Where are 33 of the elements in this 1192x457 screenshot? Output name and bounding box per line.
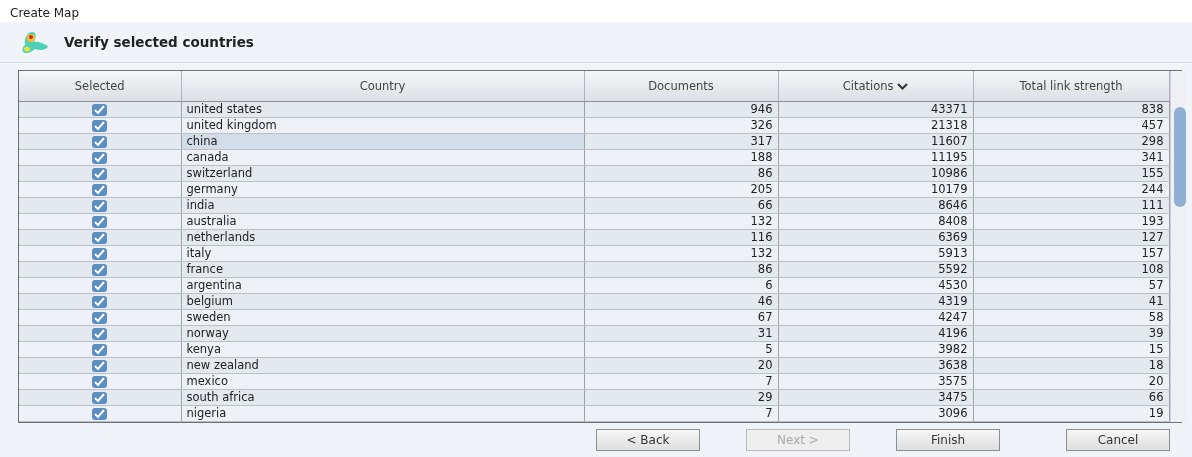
checkbox[interactable] <box>92 183 108 196</box>
checkbox[interactable] <box>92 279 108 292</box>
checkbox[interactable] <box>92 343 108 356</box>
column-header[interactable]: Total link strength <box>973 71 1169 102</box>
sort-chevron-icon <box>897 82 909 90</box>
checkbox[interactable] <box>92 391 108 404</box>
page-heading: Verify selected countries <box>64 34 254 50</box>
checkbox[interactable] <box>92 247 108 260</box>
wizard-button[interactable]: < Back <box>596 429 700 451</box>
checkbox[interactable] <box>92 231 108 244</box>
checkbox[interactable] <box>92 135 108 148</box>
checkbox[interactable] <box>92 407 108 420</box>
column-header[interactable]: Citations <box>778 71 973 102</box>
checkbox[interactable] <box>92 375 108 388</box>
checkbox[interactable] <box>92 119 108 132</box>
checkbox[interactable] <box>92 167 108 180</box>
column-header[interactable]: Documents <box>584 71 778 102</box>
checkbox[interactable] <box>92 327 108 340</box>
checkbox[interactable] <box>92 311 108 324</box>
scrollbar-thumb[interactable] <box>1173 107 1186 207</box>
column-header[interactable]: Selected <box>19 71 181 102</box>
checkbox[interactable] <box>92 199 108 212</box>
checkbox[interactable] <box>92 263 108 276</box>
checkbox[interactable] <box>92 295 108 308</box>
map-logo-icon <box>20 29 50 55</box>
wizard-button[interactable]: Cancel <box>1066 429 1170 451</box>
window-title: Create Map <box>10 6 79 20</box>
checkbox[interactable] <box>92 215 108 228</box>
checkbox[interactable] <box>92 103 108 116</box>
checkbox[interactable] <box>92 151 108 164</box>
column-header[interactable]: Country <box>181 71 584 102</box>
checkbox[interactable] <box>92 359 108 372</box>
wizard-button[interactable]: Finish <box>896 429 1000 451</box>
